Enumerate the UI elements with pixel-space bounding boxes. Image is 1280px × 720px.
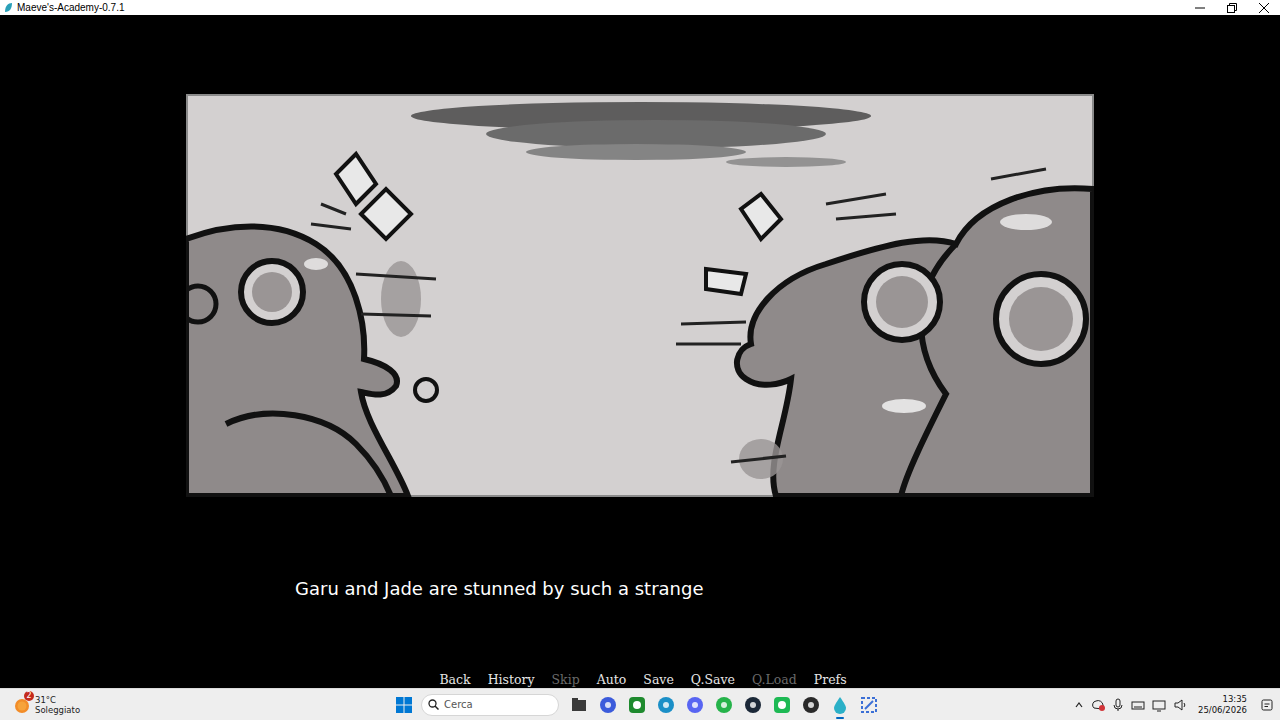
- search-icon: [428, 699, 439, 710]
- close-button[interactable]: [1248, 0, 1280, 15]
- taskbar-app[interactable]: [830, 691, 850, 719]
- quick-menu-item[interactable]: Q.Save: [691, 672, 735, 687]
- taskbar-app[interactable]: [656, 691, 676, 719]
- taskbar-app[interactable]: [743, 691, 763, 719]
- quick-menu-item[interactable]: Save: [643, 672, 673, 687]
- app-icon: [830, 695, 850, 715]
- app-icon: [627, 695, 647, 715]
- weather-condition: Soleggiato: [35, 705, 80, 715]
- minimize-icon: [1195, 3, 1205, 13]
- volume-icon[interactable]: [1173, 698, 1187, 712]
- clock[interactable]: 13:3525/06/2026: [1198, 694, 1247, 716]
- quick-menu-item: Q.Load: [752, 672, 797, 687]
- taskbar: 231°CSoleggiato 13:3525/06/2026: [0, 688, 1280, 720]
- taskbar-app[interactable]: [598, 691, 618, 719]
- dialogue-text: Garu and Jade are stunned by such a stra…: [0, 577, 1280, 601]
- app-icon: [598, 695, 618, 715]
- app-icon: [569, 695, 589, 715]
- taskbar-apps: [569, 691, 879, 719]
- window-title: Maeve's-Academy-0.7.1: [17, 1, 125, 14]
- quick-menu-item[interactable]: Back: [439, 672, 470, 687]
- clock-date: 25/06/2026: [1198, 705, 1247, 716]
- app-icon: [685, 695, 705, 715]
- notification-badge: 2: [24, 691, 34, 701]
- taskbar-app[interactable]: [801, 691, 821, 719]
- app-icon: [4, 2, 13, 13]
- taskbar-app[interactable]: [569, 691, 589, 719]
- comic-panel: [186, 94, 1094, 497]
- taskbar-app[interactable]: [714, 691, 734, 719]
- comic-illustration: [186, 94, 1094, 497]
- weather-widget[interactable]: 231°CSoleggiato: [0, 695, 380, 715]
- keyboard-icon[interactable]: [1131, 698, 1145, 712]
- search-input[interactable]: [439, 699, 544, 710]
- game-screen[interactable]: Garu and Jade are stunned by such a stra…: [0, 15, 1280, 688]
- temperature: 31°C: [35, 695, 80, 705]
- microphone-icon[interactable]: [1112, 698, 1124, 712]
- quick-menu-item[interactable]: Auto: [597, 672, 627, 687]
- notifications-icon[interactable]: [1260, 698, 1274, 712]
- quick-menu-item[interactable]: Prefs: [814, 672, 847, 687]
- chevron-up-icon[interactable]: [1074, 700, 1084, 710]
- taskbar-app[interactable]: [772, 691, 792, 719]
- app-icon: [714, 695, 734, 715]
- game-spacer: [0, 601, 1280, 671]
- minimize-button[interactable]: [1184, 0, 1216, 15]
- restore-button[interactable]: [1216, 0, 1248, 15]
- quick-menu: Back History Skip Auto Save Q.Save Q.Load Prefs: [0, 671, 1280, 688]
- close-icon: [1259, 3, 1269, 13]
- taskbar-app[interactable]: [859, 691, 879, 719]
- weather-text: 31°CSoleggiato: [35, 695, 80, 715]
- title-bar: Maeve's-Academy-0.7.1: [0, 0, 1280, 15]
- system-tray: 13:3525/06/2026: [1074, 694, 1274, 716]
- app-icon: [859, 695, 879, 715]
- restore-icon: [1227, 3, 1237, 13]
- running-indicator: [836, 717, 844, 719]
- taskbar-app[interactable]: [685, 691, 705, 719]
- app-icon: [772, 695, 792, 715]
- cloud-icon[interactable]: [1091, 698, 1105, 712]
- network-icon[interactable]: [1152, 698, 1166, 712]
- app-icon: [743, 695, 763, 715]
- windows-start-icon[interactable]: [395, 696, 413, 714]
- weather-icon-box: 2: [12, 695, 32, 715]
- search-box[interactable]: [421, 694, 559, 716]
- app-icon: [656, 695, 676, 715]
- quick-menu-item: Skip: [552, 672, 580, 687]
- app-icon: [801, 695, 821, 715]
- taskbar-app[interactable]: [627, 691, 647, 719]
- quick-menu-item[interactable]: History: [488, 672, 535, 687]
- clock-time: 13:35: [1223, 694, 1248, 705]
